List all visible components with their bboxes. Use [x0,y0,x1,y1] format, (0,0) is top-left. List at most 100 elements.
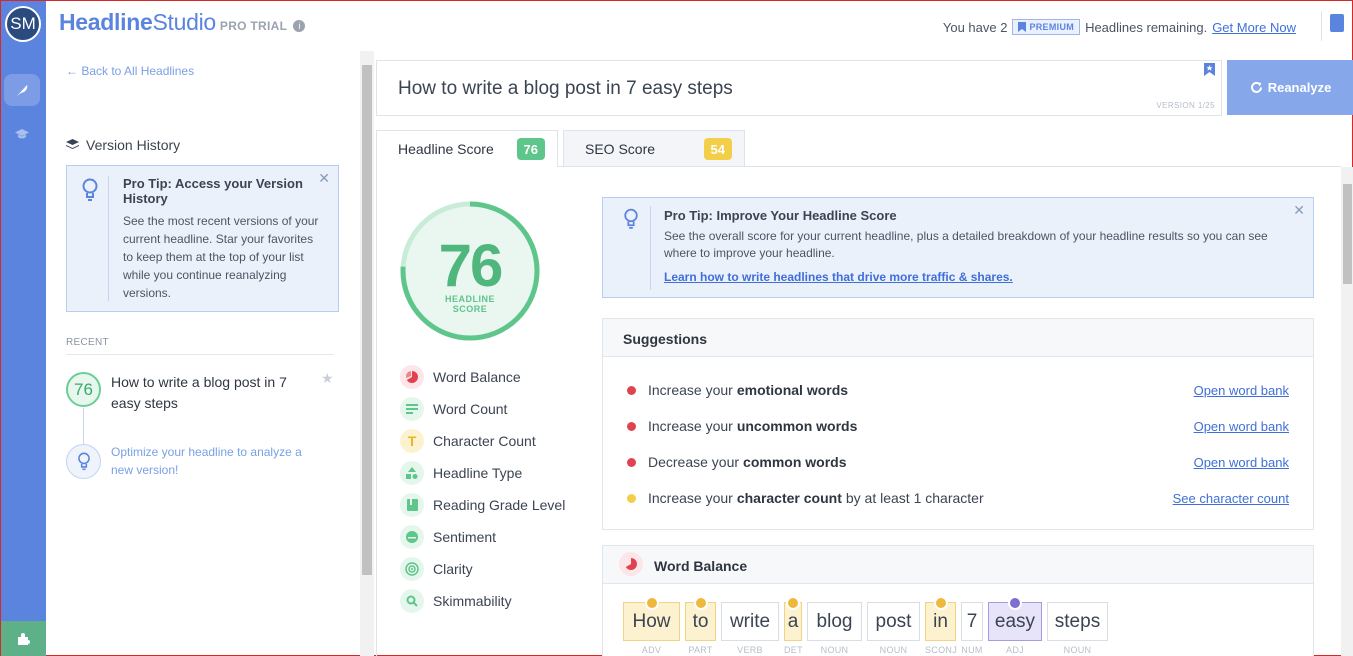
open-word-bank-link[interactable]: Open word bank [1194,383,1289,398]
bolt-badge-icon [1008,596,1022,610]
check-badge-icon [786,596,800,610]
check-badge-icon [933,596,948,610]
history-item-title[interactable]: How to write a blog post in 7 easy steps [111,372,311,414]
part-of-speech-label: NOUN [820,645,849,655]
word-chip[interactable]: a [784,596,802,641]
word-chip[interactable]: write [721,602,779,641]
avatar[interactable]: SM [5,6,41,42]
word-chip[interactable]: in [925,596,956,641]
magnifier-icon [400,589,424,613]
red-dot-icon [627,457,636,467]
lightbulb-icon [77,452,90,471]
headline-score-label: HEADLINE SCORE [444,294,495,314]
history-score[interactable]: 76 [66,372,101,407]
check-badge-icon [644,596,659,610]
open-word-bank-link[interactable]: Open word bank [1194,419,1289,434]
part-of-speech-label: ADV [641,645,662,655]
main-scrollbar-thumb[interactable] [1343,184,1352,284]
app-logo[interactable]: HeadlineStudio PRO TRIAL i [59,9,306,36]
see-character-count-link[interactable]: See character count [1173,491,1289,506]
part-of-speech-label: ADJ [1006,645,1024,655]
headlines-remaining: You have 2 PREMIUM Headlines remaining. … [942,19,1296,35]
red-dot-icon [627,385,636,395]
check-badge-icon [693,596,708,610]
part-of-speech-label: DET [784,645,803,655]
suggestion-row: Increase your emotional words Open word b… [627,379,1289,401]
book-icon[interactable] [1330,14,1344,32]
close-icon[interactable]: ✕ [1293,202,1305,219]
yellow-dot-icon [627,493,636,503]
target-icon [400,557,424,581]
word-chip[interactable]: to [685,596,716,641]
book-icon [400,493,424,517]
suggestion-row: Decrease your common words Open word bank [627,451,1289,473]
optimize-hint: Optimize your headline to analyze a new … [111,445,302,477]
open-word-bank-link[interactable]: Open word bank [1194,455,1289,470]
letter-t-icon: T [400,429,424,453]
info-icon[interactable]: i [293,20,306,32]
metric-character-count[interactable]: T Character Count [400,428,536,454]
star-icon[interactable]: ★ [321,370,334,387]
premium-badge: PREMIUM [1012,19,1081,35]
word-chip[interactable]: How [623,596,680,641]
get-more-link[interactable]: Get More Now [1212,20,1296,35]
suggestion-row: Increase your uncommon words Open word ba… [627,415,1289,437]
nav-headlines[interactable] [4,74,40,106]
metric-word-balance[interactable]: Word Balance [400,364,521,390]
metric-reading-grade-level[interactable]: Reading Grade Level [400,492,565,518]
reanalyze-button[interactable]: Reanalyze [1227,60,1353,115]
version-label: VERSION 1/25 [1156,101,1215,110]
part-of-speech-label: NOUN [1063,645,1092,655]
metric-clarity[interactable]: Clarity [400,556,473,582]
refresh-icon [1250,81,1262,93]
back-link[interactable]: ← Back to All Headlines [66,64,194,78]
headline-score-value: 76 [438,232,504,299]
trial-label: PRO TRIAL [219,19,288,33]
metric-sentiment[interactable]: Sentiment [400,524,496,550]
bookmark-icon[interactable] [1204,63,1215,76]
learn-more-link[interactable]: Learn how to write headlines that drive … [664,270,1013,284]
close-icon[interactable]: ✕ [318,170,330,187]
shapes-icon [400,461,424,485]
header-divider [1321,11,1322,41]
word-chip[interactable]: easy [988,596,1042,641]
tab-headline-score[interactable]: Headline Score 76 [376,130,558,167]
pie-chart-icon [400,365,424,389]
pie-chart-icon [619,552,643,576]
word-chip[interactable]: blog [807,602,862,641]
sidebar-scrollbar-thumb[interactable] [362,65,372,575]
part-of-speech-label: NUM [961,645,983,655]
feather-icon [17,85,28,96]
puzzle-icon [17,633,30,645]
lines-icon [400,397,424,421]
headline-input[interactable]: How to write a blog post in 7 easy steps… [376,60,1222,116]
word-chip[interactable]: 7 [961,602,983,641]
metric-headline-type[interactable]: Headline Type [400,460,522,486]
word-chip[interactable]: steps [1047,602,1108,641]
metric-word-count[interactable]: Word Count [400,396,507,422]
face-icon [400,525,424,549]
tab-seo-score[interactable]: SEO Score 54 [563,130,745,167]
recent-label: RECENT [66,337,334,355]
metric-skimmability[interactable]: Skimmability [400,588,512,614]
part-of-speech-label: SCONJ [925,645,958,655]
layers-icon [66,139,79,149]
part-of-speech-label: VERB [737,645,763,655]
suggestion-row: Increase your character count by at least … [627,487,1289,509]
suggestions-panel: Suggestions Increase your emotional words… [602,318,1314,530]
nav-extensions[interactable] [1,621,46,656]
seo-score-badge: 54 [703,138,732,160]
version-history-tip: Pro Tip: Access your Version History See… [66,165,339,312]
headline-text[interactable]: How to write a blog post in 7 easy steps [398,78,733,100]
red-dot-icon [627,421,636,431]
word-chip[interactable]: post [867,602,920,641]
bookmark-star-icon [1018,22,1027,32]
graduation-cap-icon [15,129,29,139]
timeline-connector [83,408,84,444]
headline-score-badge: 76 [516,138,545,160]
nav-academy[interactable] [4,120,40,148]
word-balance-title: Word Balance [603,546,1313,584]
left-rail: SM [1,1,46,656]
headline-score-tip: Pro Tip: Improve Your Headline Score See… [602,197,1314,298]
version-history-title: Version History [66,137,180,153]
